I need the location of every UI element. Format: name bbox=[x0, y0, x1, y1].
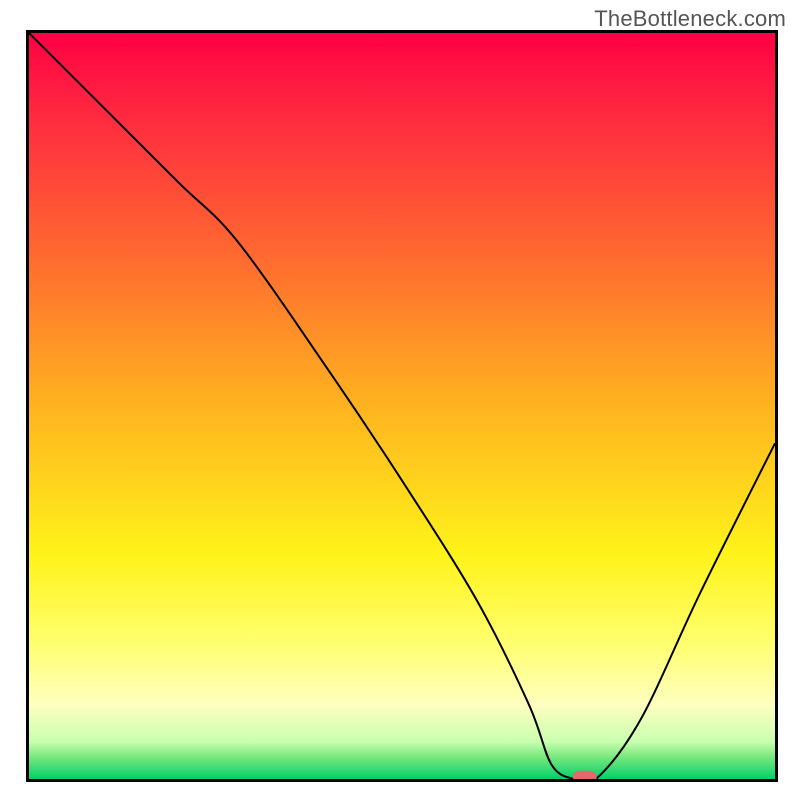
watermark-text: TheBottleneck.com bbox=[594, 6, 786, 32]
target-marker bbox=[573, 771, 597, 779]
plot-svg bbox=[29, 33, 775, 779]
chart-container: TheBottleneck.com bbox=[0, 0, 800, 800]
plot-frame bbox=[26, 30, 778, 782]
